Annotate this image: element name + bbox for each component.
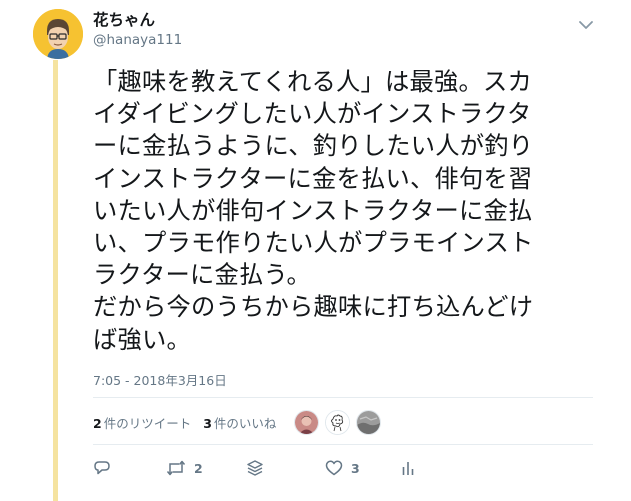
liker-avatar-1[interactable] (294, 409, 320, 435)
divider-bottom (93, 444, 593, 445)
likers-avatars (294, 409, 387, 435)
liker-avatar-3-image (357, 410, 381, 434)
likes-label: 件のいいね (213, 415, 277, 431)
more-options-button[interactable] (576, 18, 596, 32)
heart-icon (325, 460, 343, 476)
tweet-header: 花ちゃん @hanaya111 (93, 10, 182, 49)
chevron-down-icon (579, 20, 593, 29)
retweet-button[interactable]: 2 (166, 459, 246, 477)
liker-avatar-1-image (295, 410, 319, 434)
tweet-text: 「趣味を教えてくれる人」は最強。スカ イダイビングしたい人がインストラクタ ーに… (93, 67, 534, 354)
analytics-button[interactable] (401, 459, 431, 477)
avatar-illustration (33, 9, 83, 59)
retweets-stat[interactable]: 2 件のリツイート (93, 413, 191, 432)
liker-avatar-2-image (326, 410, 350, 434)
likes-count: 3 (203, 415, 212, 431)
user-handle[interactable]: @hanaya111 (93, 31, 182, 49)
tweet-actions: 2 3 (93, 455, 431, 481)
display-name[interactable]: 花ちゃん (93, 10, 182, 30)
liker-avatar-2[interactable] (325, 409, 351, 435)
avatar[interactable] (33, 9, 83, 59)
divider-top (93, 397, 593, 398)
likes-stat[interactable]: 3 件のいいね (203, 413, 276, 432)
tweet-stats: 2 件のリツイート 3 件のいいね (93, 404, 387, 440)
retweet-icon (166, 460, 186, 476)
like-count: 3 (351, 460, 360, 476)
retweets-count: 2 (93, 415, 102, 431)
retweet-count: 2 (194, 460, 203, 476)
retweets-label: 件のリツイート (103, 415, 192, 431)
thread-line (53, 60, 58, 501)
timestamp[interactable]: 7:05 - 2018年3月16日 (93, 370, 227, 389)
analytics-icon (402, 462, 414, 475)
reply-icon (94, 461, 110, 475)
stack-icon (247, 460, 263, 476)
stack-button[interactable] (246, 459, 325, 477)
reply-button[interactable] (93, 459, 166, 477)
liker-avatar-3[interactable] (356, 409, 382, 435)
like-button[interactable]: 3 (325, 459, 401, 477)
